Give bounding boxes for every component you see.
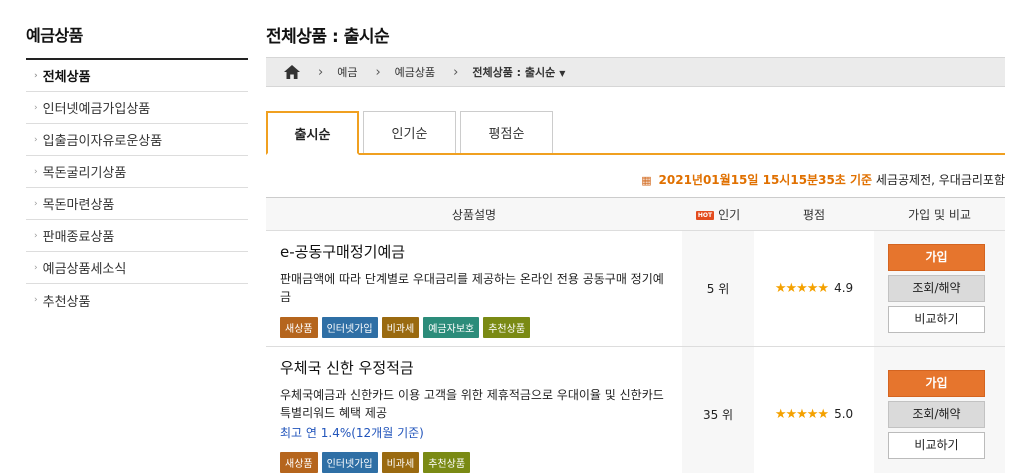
sidebar-item-all[interactable]: › 전체상품 [26, 60, 248, 92]
sidebar-item-discontinued[interactable]: › 판매종료상품 [26, 220, 248, 252]
main-content: 전체상품 : 출시순 › 예금 › 예금상품 › 전체상품 : 출시순 ▼ 출시순… [266, 22, 1005, 473]
product-desc-cell: 우체국 신한 우정적금 우체국예금과 신한카드 이용 고객을 위한 제휴적금으로… [266, 346, 682, 473]
breadcrumb-deposit[interactable]: 예금 [337, 64, 357, 80]
timestamp: ▦ 2021년01월15일 15시15분35초 기준 세금공제전, 우대금리포함 [266, 171, 1005, 187]
rating-score: 5.0 [834, 406, 854, 421]
product-description: 판매금액에 따라 단계별로 우대금리를 제공하는 온라인 전용 공동구매 정기예… [280, 272, 664, 304]
sidebar-item-news[interactable]: › 예금상품세소식 [26, 252, 248, 284]
product-desc-cell: e-공동구매정기예금 판매금액에 따라 단계별로 우대금리를 제공하는 온라인 … [266, 230, 682, 347]
calendar-icon: ▦ [641, 174, 652, 187]
sidebar-item-internet[interactable]: › 인터넷예금가입상품 [26, 92, 248, 124]
hot-icon: HOT [695, 210, 715, 220]
sidebar-item-label: 목돈마련상품 [42, 198, 115, 213]
sort-tabs: 출시순 인기순 평점순 [266, 111, 1005, 155]
star-rating-icon: ★★★★★ [774, 406, 829, 422]
join-button[interactable]: 가입 [888, 244, 985, 271]
header-popularity: HOT 인기 [682, 197, 754, 231]
bullet-icon: › [34, 70, 38, 81]
bullet-icon: › [34, 295, 38, 305]
header-desc: 상품설명 [266, 197, 682, 231]
product-max-rate: 최고 연 1.4%(12개월 기준) [280, 426, 424, 440]
tab-release-order[interactable]: 출시순 [266, 111, 359, 155]
join-button[interactable]: 가입 [888, 369, 985, 397]
bullet-icon: › [34, 134, 38, 145]
star-rating-icon: ★★★★★ [774, 281, 829, 296]
sidebar: 예금상품 › 전체상품 › 인터넷예금가입상품 › 입출금이자유로운상품 › 목돈굴리기… [26, 22, 248, 316]
bullet-icon: › [34, 230, 38, 241]
sidebar-item-label: 예금상품세소식 [42, 262, 127, 277]
header-popularity-label: 인기 [718, 207, 741, 222]
badge-recommended: 추천상품 [483, 317, 531, 338]
page-title: 전체상품 : 출시순 [266, 27, 390, 47]
product-rating: ★★★★★ 4.9 [754, 230, 874, 347]
timestamp-date: 2021년01월15일 15시15분35초 기준 [658, 173, 873, 187]
badge-taxfree: 비과세 [381, 452, 420, 473]
badge-taxfree: 비과세 [381, 317, 420, 338]
bullet-icon: › [34, 198, 38, 209]
header-action: 가입 및 비교 [874, 197, 1005, 231]
sidebar-item-demand[interactable]: › 입출금이자유로운상품 [26, 124, 248, 156]
table-header-row: 상품설명 HOT 인기 평점 가입 및 비교 [266, 197, 1005, 231]
sidebar-item-label: 목돈굴리기상품 [42, 166, 127, 181]
sidebar-item-lumpsum-invest[interactable]: › 목돈굴리기상품 [26, 156, 248, 188]
breadcrumb-current-label: 전체상품 : 출시순 [472, 66, 556, 79]
header-rating: 평점 [754, 197, 874, 231]
product-name[interactable]: 우체국 신한 우정적금 [280, 357, 672, 378]
bullet-icon: › [34, 166, 38, 177]
sidebar-menu: › 전체상품 › 인터넷예금가입상품 › 입출금이자유로운상품 › 목돈굴리기상품 › 목… [26, 60, 248, 316]
product-actions: 가입 조회/해약 비교하기 [874, 346, 1005, 473]
chevron-right-icon: › [318, 64, 324, 80]
chevron-right-icon: › [453, 64, 459, 80]
caret-down-icon: ▼ [559, 69, 566, 78]
breadcrumb-deposit-products[interactable]: 예금상품 [395, 64, 435, 80]
product-actions: 가입 조회/해약 비교하기 [874, 230, 1005, 347]
sidebar-item-lumpsum-save[interactable]: › 목돈마련상품 [26, 188, 248, 220]
sidebar-item-label: 입출금이자유로운상품 [42, 134, 163, 149]
home-icon[interactable] [284, 65, 300, 79]
sidebar-item-label: 추천상품 [42, 294, 91, 310]
chevron-right-icon: › [375, 64, 381, 80]
bullet-icon: › [34, 102, 38, 113]
badge-new: 새상품 [280, 452, 318, 473]
tab-rating[interactable]: 평점순 [460, 111, 553, 153]
badge-new: 새상품 [280, 317, 318, 338]
table-row: 우체국 신한 우정적금 우체국예금과 신한카드 이용 고객을 위한 제휴적금으로… [266, 346, 1005, 473]
badge-internet: 인터넷가입 [321, 317, 378, 338]
breadcrumb-current[interactable]: 전체상품 : 출시순 ▼ [472, 64, 565, 80]
view-cancel-button[interactable]: 조회/해약 [888, 400, 985, 428]
product-rank: 35 위 [682, 346, 754, 473]
breadcrumb: › 예금 › 예금상품 › 전체상품 : 출시순 ▼ [266, 57, 1005, 87]
product-table: 상품설명 HOT 인기 평점 가입 및 비교 e-공동구매정기예금 판매금액에 따… [266, 197, 1005, 473]
rating-score: 4.9 [834, 281, 854, 295]
product-description: 우체국예금과 신한카드 이용 고객을 위한 제휴적금으로 우대이율 및 신한카드… [280, 388, 664, 420]
view-cancel-button[interactable]: 조회/해약 [888, 275, 985, 302]
compare-button[interactable]: 비교하기 [888, 431, 985, 459]
tab-popularity[interactable]: 인기순 [363, 111, 456, 153]
badge-internet: 인터넷가입 [321, 452, 378, 473]
compare-button[interactable]: 비교하기 [888, 306, 985, 333]
sidebar-item-label: 인터넷예금가입상품 [42, 102, 151, 117]
sidebar-item-label: 전체상품 [42, 70, 91, 85]
product-badges: 새상품 인터넷가입 비과세 추천상품 [280, 452, 672, 473]
sidebar-item-label: 판매종료상품 [42, 230, 115, 245]
timestamp-note: 세금공제전, 우대금리포함 [875, 173, 1005, 187]
product-name[interactable]: e-공동구매정기예금 [280, 241, 672, 262]
bullet-icon: › [34, 262, 38, 273]
sidebar-item-recommended[interactable]: › 추천상품 [26, 284, 248, 316]
table-row: e-공동구매정기예금 판매금액에 따라 단계별로 우대금리를 제공하는 온라인 … [266, 230, 1005, 347]
product-badges: 새상품 인터넷가입 비과세 예금자보호 추천상품 [280, 317, 672, 338]
badge-protected: 예금자보호 [423, 317, 480, 338]
product-rank: 5 위 [682, 230, 754, 347]
product-rating: ★★★★★ 5.0 [754, 346, 874, 473]
sidebar-title: 예금상품 [26, 22, 248, 60]
badge-recommended: 추천상품 [423, 452, 471, 473]
